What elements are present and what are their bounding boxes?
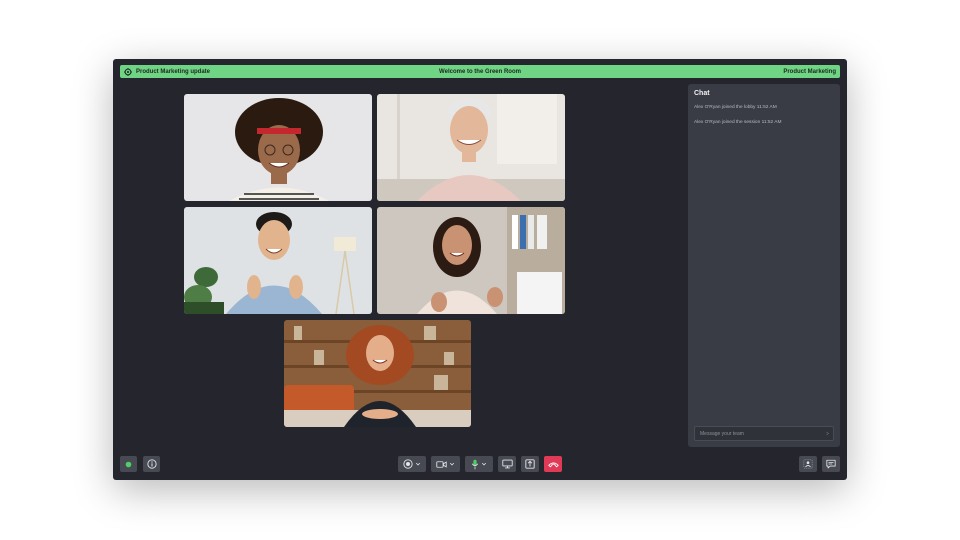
top-bar: Product Marketing update Welcome to the … [120,65,840,78]
chevron-down-icon [415,462,421,466]
status-button[interactable] [120,456,137,472]
meeting-title: Product Marketing update [136,68,211,75]
video-tile-1[interactable] [184,94,372,201]
share-icon [525,459,535,469]
record-icon [403,459,413,469]
video-tile-3[interactable] [184,207,372,314]
participant-1-video [184,94,372,201]
info-button[interactable] [143,456,160,472]
video-tile-5[interactable] [284,320,471,427]
info-icon [146,459,157,469]
gear-logo-icon [124,67,132,76]
chat-message-2: Alex O'Ryan joined the session 11:52 AM [694,120,782,125]
mic-icon [471,459,479,469]
share-button[interactable] [521,456,539,472]
participant-2-video [377,94,565,201]
meeting-info: Product Marketing update [124,67,211,76]
status-indicator [125,461,132,467]
chat-title: Chat [694,90,710,97]
participant-4-video [377,207,565,314]
video-tile-4[interactable] [377,207,565,314]
participants-button[interactable] [799,456,817,472]
chat-panel: Chat Alex O'Ryan joined the lobby 11:52 … [688,84,840,447]
room-title: Welcome to the Green Room [439,68,521,75]
participants-icon [803,459,813,469]
chevron-down-icon [481,462,487,466]
app-window: Product Marketing update Welcome to the … [113,59,847,480]
video-tile-2[interactable] [377,94,565,201]
mic-button[interactable] [465,456,493,472]
chat-icon [826,459,836,469]
chat-toggle-button[interactable] [822,456,840,472]
participant-5-video [284,320,471,427]
send-icon[interactable] [825,431,830,436]
screen-share-icon [501,459,513,469]
participant-3-video [184,207,372,314]
chevron-down-icon [449,462,455,466]
team-name: Product Marketing [783,68,836,75]
camera-icon [436,460,447,468]
chat-message-1: Alex O'Ryan joined the lobby 11:52 AM [694,105,777,110]
end-call-button[interactable] [544,456,562,472]
record-button[interactable] [398,456,426,472]
end-call-icon [547,461,559,467]
camera-button[interactable] [431,456,460,472]
screen-share-button[interactable] [498,456,516,472]
chat-message-input[interactable] [694,426,834,441]
